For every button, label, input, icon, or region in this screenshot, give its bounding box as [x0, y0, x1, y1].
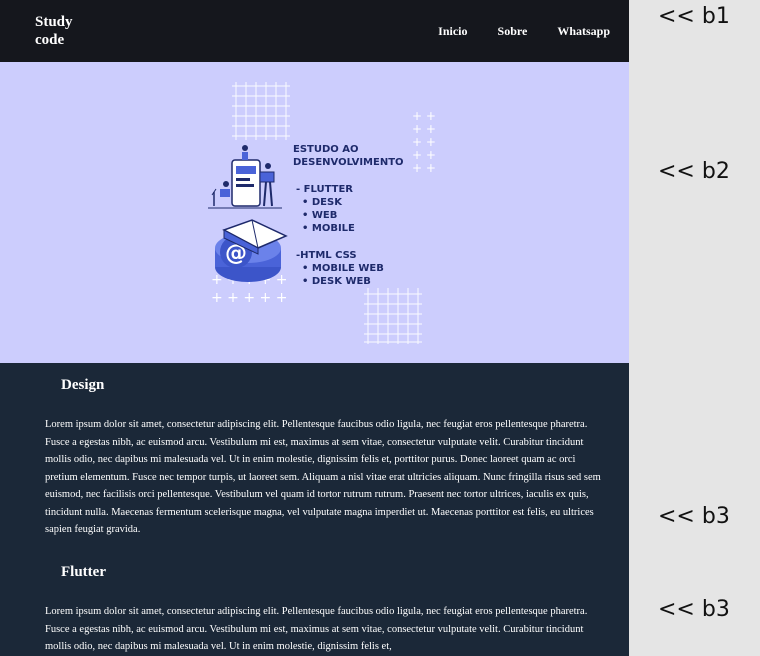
svg-text:+ + + + +: + + + + +: [211, 290, 287, 306]
svg-text:+ +: + +: [412, 109, 436, 123]
hero-group1-item: • WEB: [302, 210, 337, 221]
annotation-label: << b1: [658, 4, 730, 29]
section-text-flutter: Lorem ipsum dolor sit amet, consectetur …: [45, 606, 588, 652]
hero-banner: + ++ + + ++ + + + + + + + + + + + + +: [0, 62, 629, 363]
svg-text:+ +: + +: [412, 161, 436, 175]
hero-group2-item: • MOBILE WEB: [302, 263, 384, 274]
web-page: Study code Inicio Sobre Whatsapp + + + +…: [0, 0, 629, 656]
navbar: Study code Inicio Sobre Whatsapp: [0, 0, 629, 63]
hero-group1-heading: - FLUTTER: [296, 184, 353, 195]
hero-title-line2: DESENVOLVIMENTO: [293, 157, 404, 168]
section-title-flutter: Flutter: [61, 564, 106, 580]
svg-text:+ +: + +: [412, 122, 436, 136]
annotation-label: << b3: [658, 504, 730, 529]
nav-link-inicio[interactable]: Inicio: [438, 23, 467, 39]
grid-decoration-bottom: [364, 288, 422, 344]
phone-team-illustration: [208, 145, 282, 209]
annotation-label: << b3: [658, 597, 730, 622]
grid-decoration-top: [232, 82, 290, 140]
hero-title-line1: ESTUDO AO: [293, 144, 359, 155]
hero-illustration: + ++ + + ++ + + + + + + + + + + + + +: [208, 82, 436, 344]
email-book-illustration: @: [215, 219, 288, 282]
hero-group2-item: • DESK WEB: [302, 276, 371, 287]
content-area: Design Lorem ipsum dolor sit amet, conse…: [0, 363, 629, 656]
nav-link-sobre[interactable]: Sobre: [498, 23, 528, 39]
section-text-design: Lorem ipsum dolor sit amet, consectetur …: [45, 419, 601, 535]
section-title-design: Design: [61, 377, 105, 393]
svg-text:+ +: + +: [412, 148, 436, 162]
hero-group2-heading: -HTML CSS: [296, 250, 357, 261]
annotation-label: << b2: [658, 159, 730, 184]
plus-decoration-right: + ++ + + ++ + + +: [412, 109, 436, 175]
nav-link-whatsapp[interactable]: Whatsapp: [557, 23, 610, 39]
hero-text: ESTUDO AO DESENVOLVIMENTO - FLUTTER • DE…: [293, 144, 404, 287]
brand-logo-text[interactable]: Study code: [35, 13, 95, 49]
nav-links: Inicio Sobre Whatsapp: [438, 23, 610, 39]
hero-group1-item: • DESK: [302, 197, 343, 208]
svg-text:+ +: + +: [412, 135, 436, 149]
hero-group1-item: • MOBILE: [302, 223, 355, 234]
